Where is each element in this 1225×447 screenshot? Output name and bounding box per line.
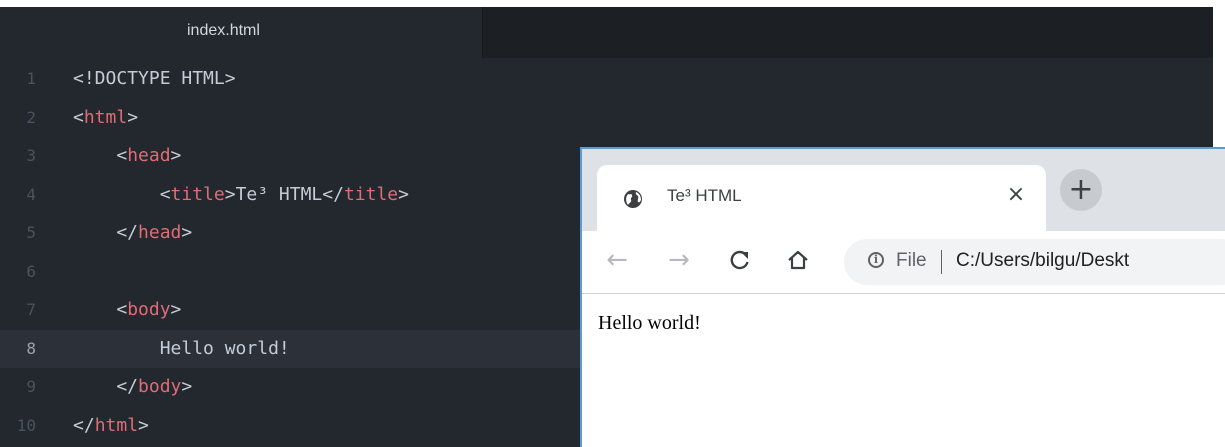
code-text: <body> [73,291,181,330]
page-body-text: Hello world! [598,312,701,334]
line-number: 5 [26,223,36,242]
code-tag-name: title [170,183,225,205]
code-text: <head> [73,137,181,176]
info-icon[interactable]: i [868,252,884,268]
code-token: </ [73,414,95,436]
code-tag-name: html [83,106,128,128]
line-number: 1 [26,69,36,88]
line-number: 9 [26,377,36,396]
line-number: 7 [26,300,36,319]
code-token: < [73,299,128,320]
browser-toolbar: ← → i File C:/Users/bilgu/Deskt [582,231,1225,294]
browser-tab-title: Te³ HTML [667,186,742,205]
code-tag-name: head [127,145,171,166]
code-token: < [73,145,128,166]
code-token: > [138,414,149,436]
browser-window: Te³ HTML × + ← → i File C:/Users/bilgu/D… [580,147,1225,447]
line-number: 6 [26,261,36,281]
code-token: > [170,299,182,320]
code-token: <!DOCTYPE HTML> [73,68,236,89]
code-token: > [181,222,193,243]
code-tag-name: html [94,414,139,436]
code-tag-name: title [343,183,399,205]
code-text: </body> [73,368,192,407]
code-token: > [181,376,193,397]
code-token: > [170,145,182,166]
address-separator [941,250,942,274]
code-text: Hello world! [73,330,290,369]
code-text: <title>Te³ HTML</title> [73,176,409,215]
browser-tab[interactable]: Te³ HTML × [597,165,1046,231]
address-bar[interactable]: i File C:/Users/bilgu/Deskt [844,239,1225,285]
page-content: Hello world! [582,294,1225,447]
line-number: 10 [16,415,36,435]
back-arrow-icon[interactable]: ← [602,245,632,275]
code-token: > [398,183,409,205]
editor-tab-label: index.html [187,22,260,39]
line-number: 3 [26,146,36,165]
close-icon[interactable]: × [1003,182,1029,208]
editor-tab-index-html[interactable]: index.html [0,7,483,58]
address-scheme-label: File [896,250,927,271]
home-icon[interactable] [783,245,813,275]
code-tag-name: head [138,222,182,243]
globe-icon [623,189,643,209]
code-text: </head> [73,214,192,253]
address-url[interactable]: C:/Users/bilgu/Deskt [956,250,1129,272]
browser-tab-strip: Te³ HTML × + [582,149,1225,231]
code-text: <!DOCTYPE HTML> [73,60,236,99]
code-token: </ [73,376,139,397]
code-tag-name: body [127,299,171,320]
line-number: 8 [26,338,36,358]
editor-tab-bar: index.html [0,7,1213,58]
line-number: 2 [26,107,36,127]
code-tag-name: body [138,376,182,397]
code-token: >Te³ HTML</ [224,183,344,205]
code-token: < [73,183,171,205]
reload-icon[interactable] [725,245,755,275]
code-line[interactable]: 2 <html> [0,99,1213,138]
forward-arrow-icon[interactable]: → [664,245,694,275]
code-token: </ [73,222,139,243]
code-token: > [127,106,139,128]
code-line[interactable]: 1 <!DOCTYPE HTML> [0,60,1213,99]
code-text: </html> [73,407,149,446]
code-text: <html> [73,99,138,138]
new-tab-button[interactable]: + [1060,169,1102,211]
code-token: < [73,106,84,128]
line-number: 4 [26,184,36,204]
code-token: Hello world! [73,337,290,359]
